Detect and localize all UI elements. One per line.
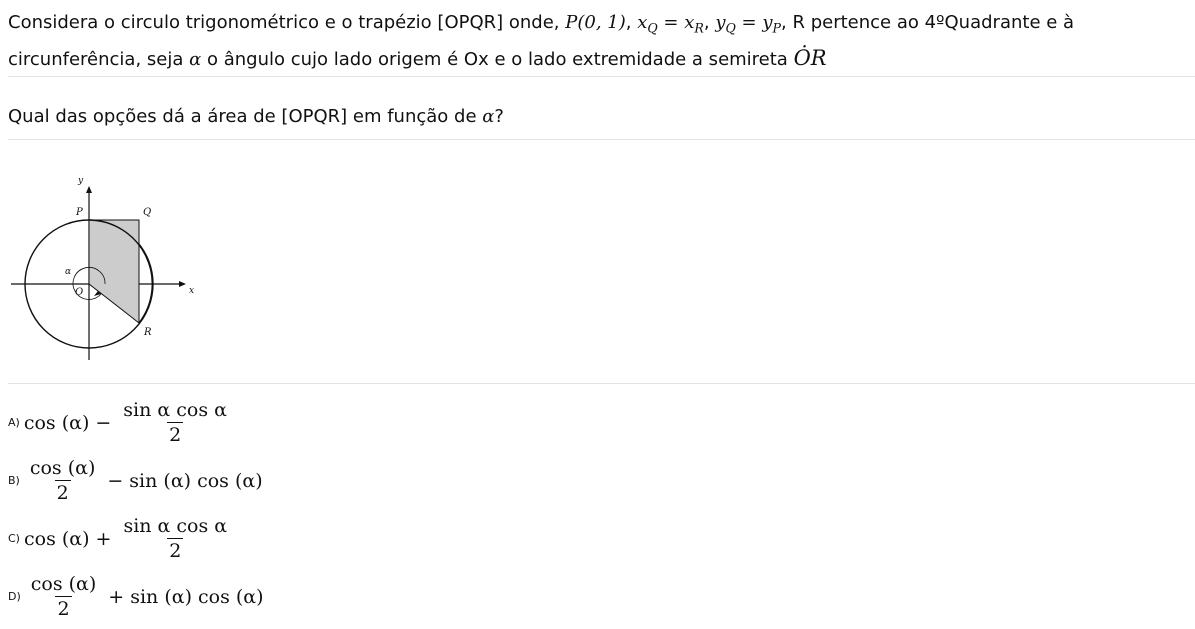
question: Qual das opções dá a área de [OPQR] em f…: [8, 106, 504, 127]
divider: [8, 383, 1195, 384]
option-term: sin (α) cos (α): [129, 469, 263, 492]
problem-statement: Considera o circulo trigonométrico e o t…: [8, 12, 1075, 71]
ray-or: ȮR: [793, 46, 827, 71]
fraction-numerator: sin α cos α: [123, 515, 228, 537]
option-label: A): [8, 416, 20, 429]
option-term: cos (α): [23, 411, 90, 434]
statement-text-3: o ângulo cujo lado origem é Ox e o lado …: [201, 49, 794, 71]
fraction-denominator: 2: [167, 422, 184, 446]
fraction-numerator: sin α cos α: [123, 399, 227, 421]
point-r-label: R: [143, 327, 152, 338]
point-p-expression: P(0, 1): [565, 12, 626, 33]
option-operator: −: [107, 469, 124, 492]
fraction-denominator: 2: [167, 538, 184, 562]
option-term: cos (α): [23, 527, 90, 550]
x-axis-label: x: [189, 286, 194, 296]
yq-equals-yp: yQ = yP: [715, 12, 782, 36]
y-axis-arrow-icon: [86, 186, 92, 193]
unit-circle-figure: y x P Q O R α: [11, 176, 194, 360]
trapezoid-opqr: [88, 219, 140, 325]
divider: [8, 76, 1195, 77]
option-c[interactable]: C) cos (α) + sin α cos α 2: [8, 514, 233, 563]
alpha-label: α: [65, 267, 71, 277]
option-term: sin (α) cos (α): [130, 585, 264, 608]
alpha-symbol: α: [189, 49, 202, 71]
option-fraction: cos (α) 2: [28, 456, 98, 505]
option-b[interactable]: B) cos (α) 2 − sin (α) cos (α): [8, 456, 263, 505]
option-d[interactable]: D) cos (α) 2 + sin (α) cos (α): [8, 572, 264, 621]
alpha-symbol: α: [482, 106, 495, 127]
fraction-numerator: cos (α): [29, 457, 96, 479]
fraction-denominator: 2: [54, 480, 71, 504]
fraction-denominator: 2: [55, 596, 72, 620]
option-operator: +: [108, 585, 125, 608]
xq-equals-xr: xQ = xR: [637, 12, 704, 36]
statement-text: Considera o circulo trigonométrico e o t…: [8, 12, 566, 33]
option-fraction: sin α cos α 2: [121, 514, 229, 563]
option-fraction: sin α cos α 2: [121, 398, 229, 447]
fraction-numerator: cos (α): [30, 573, 97, 595]
point-o-label: O: [75, 287, 83, 298]
question-text: Qual das opções dá a área de [OPQR] em f…: [8, 106, 483, 127]
option-operator: +: [95, 527, 112, 550]
point-p-label: P: [75, 207, 83, 218]
option-fraction: cos (α) 2: [29, 572, 99, 621]
option-label: C): [8, 532, 20, 545]
x-axis-arrow-icon: [179, 281, 186, 287]
y-axis-label: y: [77, 176, 84, 186]
point-q-label: Q: [143, 207, 151, 218]
option-label: D): [8, 590, 21, 603]
option-label: B): [8, 474, 20, 487]
divider: [8, 139, 1195, 140]
option-operator: −: [95, 411, 112, 434]
option-a[interactable]: A) cos (α) − sin α cos α 2: [8, 398, 233, 447]
